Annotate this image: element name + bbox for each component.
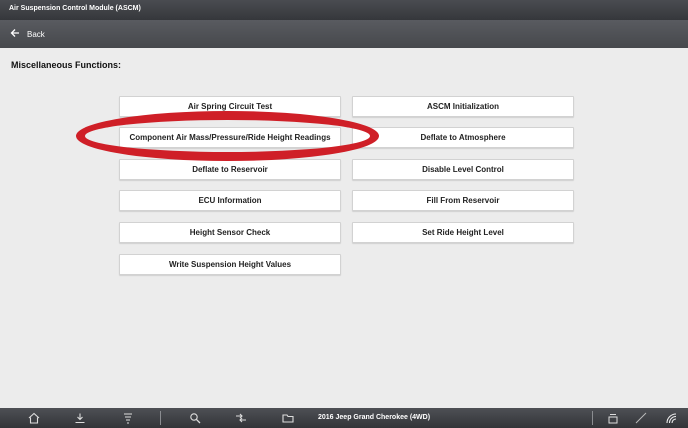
window-title: Air Suspension Control Module (ASCM) bbox=[0, 0, 688, 20]
vehicle-label: 2016 Jeep Grand Cherokee (4WD) bbox=[318, 414, 431, 421]
ecu-information-button[interactable]: ECU Information bbox=[119, 190, 341, 211]
deflate-to-atmosphere-button[interactable]: Deflate to Atmosphere bbox=[352, 127, 574, 148]
logo-icon bbox=[664, 411, 678, 425]
arrow-left-icon bbox=[10, 28, 20, 40]
download-icon[interactable] bbox=[73, 411, 87, 425]
set-ride-height-level-button[interactable]: Set Ride Height Level bbox=[352, 222, 574, 243]
taskbar: 2016 Jeep Grand Cherokee (4WD) bbox=[0, 408, 688, 428]
signal-icon[interactable] bbox=[634, 411, 648, 425]
fill-from-reservoir-button[interactable]: Fill From Reservoir bbox=[352, 190, 574, 211]
disable-level-control-button[interactable]: Disable Level Control bbox=[352, 159, 574, 180]
folder-icon[interactable] bbox=[281, 411, 295, 425]
back-button[interactable]: Back bbox=[10, 26, 45, 42]
air-spring-circuit-test-button[interactable]: Air Spring Circuit Test bbox=[119, 96, 341, 117]
vci-icon[interactable] bbox=[606, 411, 620, 425]
taskbar-divider bbox=[592, 411, 593, 425]
write-suspension-height-button[interactable]: Write Suspension Height Values bbox=[119, 254, 341, 275]
deflate-to-reservoir-button[interactable]: Deflate to Reservoir bbox=[119, 159, 341, 180]
connect-icon[interactable] bbox=[234, 411, 248, 425]
height-sensor-check-button[interactable]: Height Sensor Check bbox=[119, 222, 341, 243]
nav-bar: Back bbox=[0, 20, 688, 48]
section-title: Miscellaneous Functions: bbox=[11, 60, 122, 70]
home-icon[interactable] bbox=[27, 411, 41, 425]
back-label: Back bbox=[27, 29, 45, 39]
magnify-icon[interactable] bbox=[188, 411, 202, 425]
component-readings-button[interactable]: Component Air Mass/Pressure/Ride Height … bbox=[119, 127, 341, 148]
taskbar-divider bbox=[160, 411, 161, 425]
sort-icon[interactable] bbox=[121, 411, 135, 425]
ascm-initialization-button[interactable]: ASCM Initialization bbox=[352, 96, 574, 117]
